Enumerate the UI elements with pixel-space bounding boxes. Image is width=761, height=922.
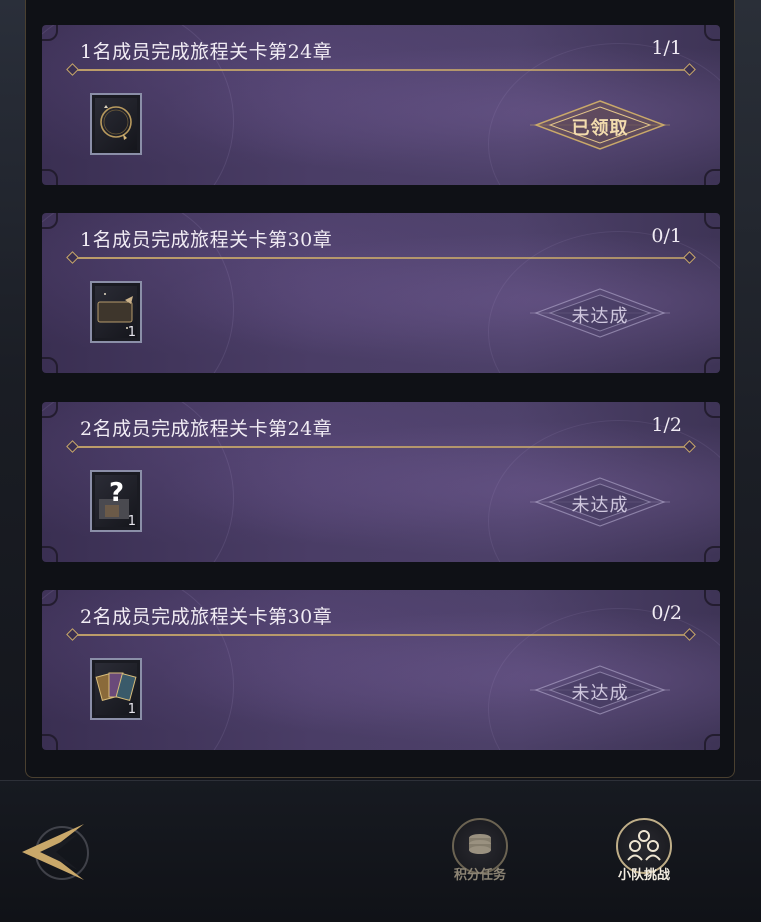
background-left	[0, 0, 28, 780]
card-corner	[704, 590, 720, 606]
card-corner	[42, 590, 58, 606]
card-divider	[66, 63, 696, 76]
task-title: 1名成员完成旅程关卡第30章	[80, 229, 333, 251]
points-tasks-tab[interactable]: 积分任务	[443, 818, 517, 883]
back-arrow-icon	[22, 824, 89, 880]
card-corner	[42, 357, 58, 373]
ring-icon	[95, 98, 137, 150]
points-tasks-label: 积分任务	[453, 868, 506, 883]
card-corner	[704, 546, 720, 562]
task-progress: 1/2	[651, 414, 682, 436]
status-label: 未达成	[571, 306, 629, 327]
card-corner	[704, 734, 720, 750]
status-label: 未达成	[571, 683, 629, 704]
reward-item[interactable]: ? 1	[90, 470, 142, 532]
back-button[interactable]	[18, 818, 90, 888]
pending-status-button[interactable]: 未达成	[530, 476, 670, 528]
reward-quantity: 1	[127, 325, 136, 340]
card-divider	[66, 251, 696, 264]
status-label: 已领取	[571, 118, 629, 139]
reward-quantity: 1	[127, 514, 136, 529]
task-card: 2名成员完成旅程关卡第30章 0/2 1 未达成	[42, 590, 720, 750]
card-corner	[704, 357, 720, 373]
reward-item[interactable]: 1	[90, 281, 142, 343]
card-divider	[66, 628, 696, 641]
status-label: 未达成	[571, 495, 629, 516]
task-card: 1名成员完成旅程关卡第30章 0/1 1 未达成	[42, 213, 720, 373]
reward-item[interactable]: 1	[90, 658, 142, 720]
task-title: 2名成员完成旅程关卡第24章	[80, 418, 333, 440]
card-corner	[42, 169, 58, 185]
card-corner	[42, 546, 58, 562]
reward-item[interactable]	[90, 93, 142, 155]
reward-quantity: 1	[127, 702, 136, 717]
task-progress: 1/1	[651, 37, 682, 59]
card-corner	[42, 734, 58, 750]
claimed-status-button[interactable]: 已领取	[530, 99, 670, 151]
card-corner	[704, 25, 720, 41]
task-title: 2名成员完成旅程关卡第30章	[80, 606, 333, 628]
team-challenge-tab[interactable]: 小队挑战	[607, 818, 681, 883]
pending-status-button[interactable]: 未达成	[530, 664, 670, 716]
task-card: 2名成员完成旅程关卡第24章 1/2 ? 1 未达成	[42, 402, 720, 562]
card-corner	[42, 25, 58, 41]
pending-status-button[interactable]: 未达成	[530, 287, 670, 339]
card-corner	[42, 402, 58, 418]
task-progress: 0/2	[651, 602, 682, 624]
card-corner	[704, 402, 720, 418]
card-corner	[42, 213, 58, 229]
task-progress: 0/1	[651, 225, 682, 247]
task-title: 1名成员完成旅程关卡第24章	[80, 41, 333, 63]
team-challenge-label: 小队挑战	[617, 868, 670, 883]
card-divider	[66, 440, 696, 453]
card-corner	[704, 213, 720, 229]
card-corner	[704, 169, 720, 185]
svg-text:?: ?	[109, 478, 124, 508]
background-right	[733, 0, 761, 780]
task-card: 1名成员完成旅程关卡第24章 1/1 已领取	[42, 25, 720, 185]
